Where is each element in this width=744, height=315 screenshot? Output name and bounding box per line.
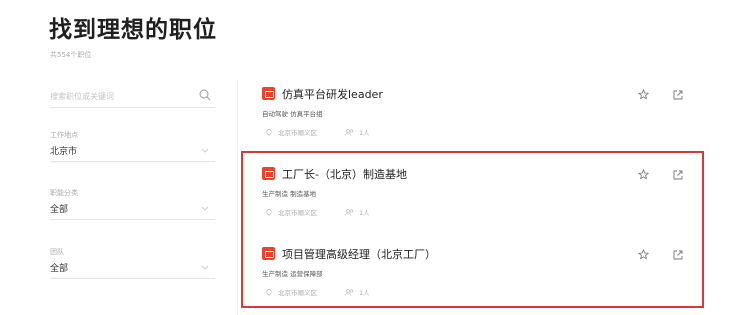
chevron-down-icon: [201, 206, 209, 211]
job-headcount: 1人: [359, 129, 370, 137]
page-title: 找到理想的职位: [49, 17, 217, 43]
job-location: 北京市顺义区: [278, 129, 317, 137]
filter-sidebar: 工作地点 北京市 职能分类 全部 团队 全部: [50, 84, 215, 279]
share-icon[interactable]: [673, 90, 683, 100]
location-pin-icon: [266, 129, 272, 136]
filter-label: 团队: [50, 248, 64, 256]
star-icon[interactable]: [638, 89, 649, 100]
location-select[interactable]: 北京市: [50, 144, 215, 162]
category-select[interactable]: 全部: [50, 202, 215, 220]
filter-label: 职能分类: [50, 189, 78, 197]
job-count: 共554个职位: [50, 51, 92, 59]
people-icon: [345, 129, 354, 136]
filter-value: 北京市: [50, 147, 78, 157]
highlight-annotation-box: [241, 151, 704, 308]
filter-location: 工作地点 北京市: [50, 130, 215, 162]
search-input[interactable]: [50, 85, 190, 101]
filter-team: 团队 全部: [50, 247, 215, 279]
job-card[interactable]: 仿真平台研发leader 自动驾驶 仿真平台组 北京市顺义区 1人: [262, 86, 702, 137]
filter-label: 工作地点: [50, 131, 78, 139]
filter-value: 全部: [50, 264, 69, 274]
filter-category: 职能分类 全部: [50, 188, 215, 220]
job-meta: 北京市顺义区 1人: [266, 127, 370, 137]
filter-value: 全部: [50, 205, 69, 215]
column-divider: [237, 80, 238, 315]
job-tags: 自动驾驶 仿真平台组: [262, 110, 323, 118]
job-badge-icon: [262, 87, 275, 100]
job-title[interactable]: 仿真平台研发leader: [282, 86, 383, 102]
search-box[interactable]: [50, 84, 215, 108]
search-icon[interactable]: [199, 89, 211, 101]
chevron-down-icon: [201, 148, 209, 153]
chevron-down-icon: [201, 265, 209, 270]
team-select[interactable]: 全部: [50, 261, 215, 279]
